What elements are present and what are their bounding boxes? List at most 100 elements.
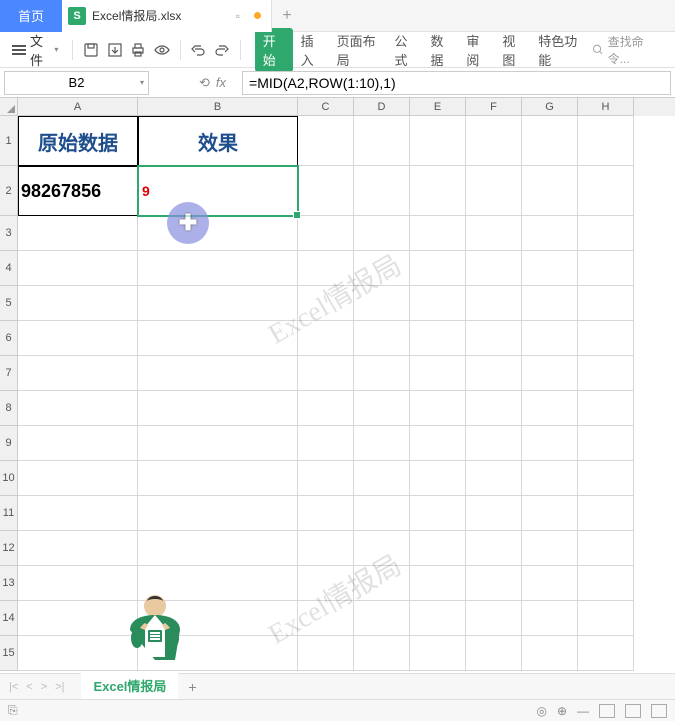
cell-b2[interactable]: 9 xyxy=(138,166,298,216)
cell-a5[interactable] xyxy=(18,286,138,321)
cell-c2[interactable] xyxy=(298,166,354,216)
cell-d13[interactable] xyxy=(354,566,410,601)
ribbon-layout[interactable]: 页面布局 xyxy=(331,29,387,71)
row-header-5[interactable]: 5 xyxy=(0,286,18,321)
cell-h2[interactable] xyxy=(578,166,634,216)
cell-h1[interactable] xyxy=(578,116,634,166)
cell-d3[interactable] xyxy=(354,216,410,251)
ribbon-review[interactable]: 审阅 xyxy=(460,29,494,71)
cell-f6[interactable] xyxy=(466,321,522,356)
cell-g13[interactable] xyxy=(522,566,578,601)
cell-f7[interactable] xyxy=(466,356,522,391)
zoom-slider[interactable]: — xyxy=(577,704,589,718)
file-tab[interactable]: S Excel情报局.xlsx ▫ xyxy=(62,0,272,32)
cell-c1[interactable] xyxy=(298,116,354,166)
row-header-11[interactable]: 11 xyxy=(0,496,18,531)
cell-e15[interactable] xyxy=(410,636,466,671)
cell-c9[interactable] xyxy=(298,426,354,461)
cell-d15[interactable] xyxy=(354,636,410,671)
new-tab-button[interactable]: + xyxy=(272,7,302,25)
cell-d11[interactable] xyxy=(354,496,410,531)
cell-c3[interactable] xyxy=(298,216,354,251)
cell-b9[interactable] xyxy=(138,426,298,461)
sheet-tab-active[interactable]: Excel情报局 xyxy=(81,672,178,701)
cancel-formula-icon[interactable]: ⟲ xyxy=(199,75,210,91)
cell-g6[interactable] xyxy=(522,321,578,356)
col-header-e[interactable]: E xyxy=(410,98,466,116)
fx-icon[interactable]: fx xyxy=(216,75,226,90)
export-button[interactable] xyxy=(105,39,125,61)
undo-button[interactable] xyxy=(189,39,209,61)
cell-e1[interactable] xyxy=(410,116,466,166)
cell-g5[interactable] xyxy=(522,286,578,321)
cell-h9[interactable] xyxy=(578,426,634,461)
cell-c15[interactable] xyxy=(298,636,354,671)
cell-a2[interactable]: 98267856 xyxy=(18,166,138,216)
cell-c8[interactable] xyxy=(298,391,354,426)
cell-b10[interactable] xyxy=(138,461,298,496)
row-header-7[interactable]: 7 xyxy=(0,356,18,391)
cell-b8[interactable] xyxy=(138,391,298,426)
cell-g9[interactable] xyxy=(522,426,578,461)
cell-h14[interactable] xyxy=(578,601,634,636)
row-header-13[interactable]: 13 xyxy=(0,566,18,601)
preview-button[interactable] xyxy=(152,39,172,61)
sheet-last-button[interactable]: >| xyxy=(52,681,67,693)
row-header-15[interactable]: 15 xyxy=(0,636,18,671)
print-button[interactable] xyxy=(128,39,148,61)
cell-f8[interactable] xyxy=(466,391,522,426)
cell-g3[interactable] xyxy=(522,216,578,251)
cell-e8[interactable] xyxy=(410,391,466,426)
ribbon-start[interactable]: 开始 xyxy=(255,28,293,72)
cell-h11[interactable] xyxy=(578,496,634,531)
cell-h3[interactable] xyxy=(578,216,634,251)
ribbon-data[interactable]: 数据 xyxy=(424,29,458,71)
cell-a11[interactable] xyxy=(18,496,138,531)
view-page-button[interactable] xyxy=(625,704,641,718)
cell-c5[interactable] xyxy=(298,286,354,321)
cell-g7[interactable] xyxy=(522,356,578,391)
cell-f13[interactable] xyxy=(466,566,522,601)
cell-a9[interactable] xyxy=(18,426,138,461)
cell-b6[interactable] xyxy=(138,321,298,356)
cell-c6[interactable] xyxy=(298,321,354,356)
cell-c12[interactable] xyxy=(298,531,354,566)
row-header-1[interactable]: 1 xyxy=(0,116,18,166)
cell-b5[interactable] xyxy=(138,286,298,321)
col-header-a[interactable]: A xyxy=(18,98,138,116)
row-header-6[interactable]: 6 xyxy=(0,321,18,356)
cell-f11[interactable] xyxy=(466,496,522,531)
row-header-10[interactable]: 10 xyxy=(0,461,18,496)
cell-b7[interactable] xyxy=(138,356,298,391)
select-all-corner[interactable] xyxy=(0,98,18,116)
view-normal-button[interactable] xyxy=(599,704,615,718)
ribbon-view[interactable]: 视图 xyxy=(496,29,530,71)
cell-h13[interactable] xyxy=(578,566,634,601)
cell-b1[interactable]: 效果 xyxy=(138,116,298,166)
cell-g8[interactable] xyxy=(522,391,578,426)
cell-a3[interactable] xyxy=(18,216,138,251)
cell-h10[interactable] xyxy=(578,461,634,496)
cell-a1[interactable]: 原始数据 xyxy=(18,116,138,166)
view-center-icon[interactable]: ⊕ xyxy=(557,704,567,718)
row-header-2[interactable]: 2 xyxy=(0,166,18,216)
cell-g15[interactable] xyxy=(522,636,578,671)
cell-g11[interactable] xyxy=(522,496,578,531)
cell-a8[interactable] xyxy=(18,391,138,426)
cell-h8[interactable] xyxy=(578,391,634,426)
view-break-button[interactable] xyxy=(651,704,667,718)
cell-f12[interactable] xyxy=(466,531,522,566)
ribbon-formula[interactable]: 公式 xyxy=(388,29,422,71)
cell-f4[interactable] xyxy=(466,251,522,286)
name-box[interactable]: B2 ▾ xyxy=(4,71,149,95)
search-command[interactable]: 查找命令... xyxy=(592,33,669,67)
cell-b11[interactable] xyxy=(138,496,298,531)
cell-h15[interactable] xyxy=(578,636,634,671)
view-eye-icon[interactable]: ◎ xyxy=(536,704,546,718)
cell-c4[interactable] xyxy=(298,251,354,286)
cell-a6[interactable] xyxy=(18,321,138,356)
cell-c13[interactable] xyxy=(298,566,354,601)
cell-f2[interactable] xyxy=(466,166,522,216)
cell-e11[interactable] xyxy=(410,496,466,531)
cell-e3[interactable] xyxy=(410,216,466,251)
